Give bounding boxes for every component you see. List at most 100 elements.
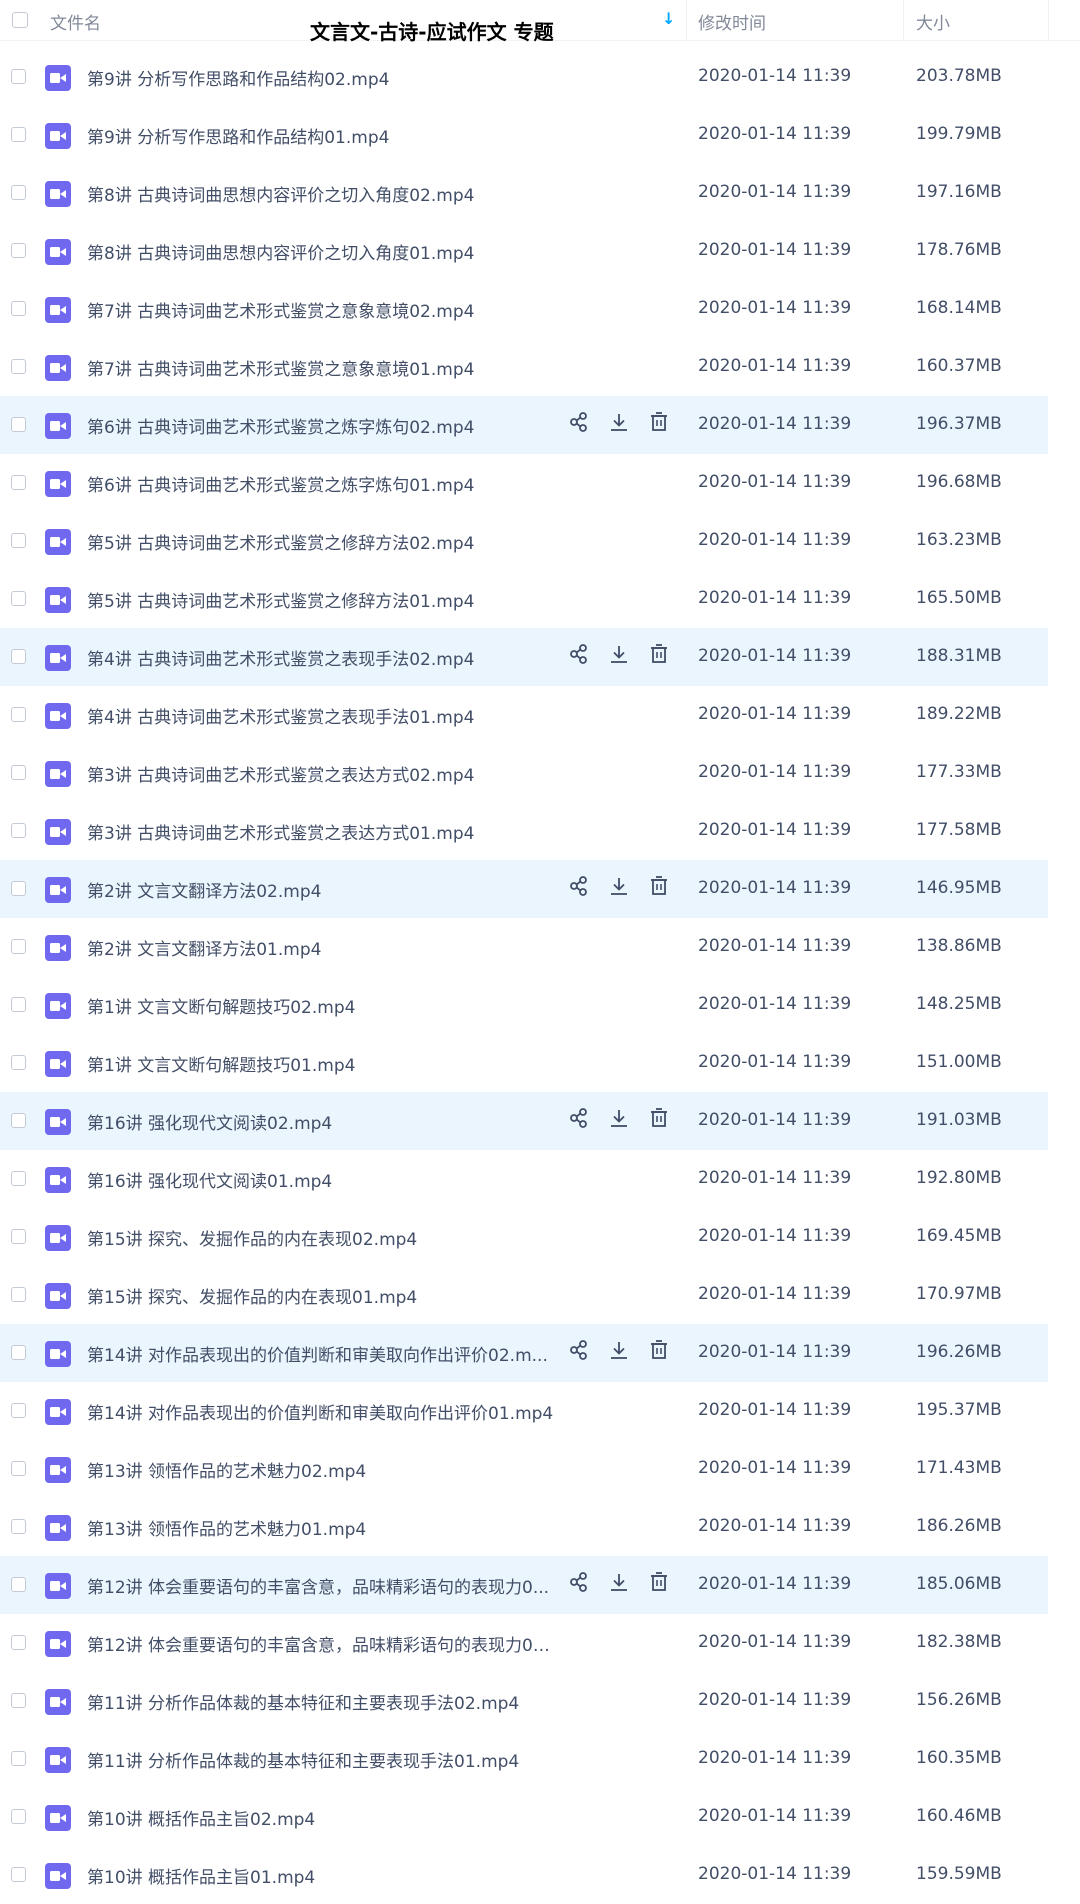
file-name[interactable]: 第4讲 古典诗词曲艺术形式鉴赏之表现手法02.mp4 xyxy=(87,645,474,670)
file-row[interactable]: 第9讲 分析写作思路和作品结构01.mp4 2020-01-14 11:39 199… xyxy=(0,106,1048,164)
row-checkbox[interactable] xyxy=(11,1867,26,1882)
row-checkbox[interactable] xyxy=(11,69,26,84)
select-all-checkbox[interactable] xyxy=(12,12,28,28)
row-checkbox[interactable] xyxy=(11,823,26,838)
file-row[interactable]: 第6讲 古典诗词曲艺术形式鉴赏之炼字炼句01.mp4 2020-01-14 11:… xyxy=(0,454,1048,512)
share-icon[interactable] xyxy=(568,411,594,439)
row-checkbox[interactable] xyxy=(11,417,26,432)
file-name[interactable]: 第13讲 领悟作品的艺术魅力02.mp4 xyxy=(87,1457,366,1482)
row-checkbox[interactable] xyxy=(11,707,26,722)
delete-icon[interactable] xyxy=(648,1107,674,1135)
column-header-size[interactable]: 大小 xyxy=(916,9,950,34)
row-checkbox[interactable] xyxy=(11,1809,26,1824)
file-row[interactable]: 第5讲 古典诗词曲艺术形式鉴赏之修辞方法01.mp4 2020-01-14 11:… xyxy=(0,570,1048,628)
file-row[interactable]: 第2讲 文言文翻译方法02.mp4 2020-01-14 11:39 146.95M… xyxy=(0,860,1048,918)
download-icon[interactable] xyxy=(608,1571,634,1599)
column-header-filename[interactable]: 文件名 xyxy=(50,9,101,34)
row-checkbox[interactable] xyxy=(11,1229,26,1244)
file-name[interactable]: 第12讲 体会重要语句的丰富含意，品味精彩语句的表现力0... xyxy=(87,1573,549,1598)
row-checkbox[interactable] xyxy=(11,127,26,142)
row-checkbox[interactable] xyxy=(11,1403,26,1418)
file-name[interactable]: 第2讲 文言文翻译方法01.mp4 xyxy=(87,935,321,960)
row-checkbox[interactable] xyxy=(11,939,26,954)
file-row[interactable]: 第16讲 强化现代文阅读02.mp4 2020-01-14 11:39 191.03… xyxy=(0,1092,1048,1150)
row-checkbox[interactable] xyxy=(11,1287,26,1302)
file-name[interactable]: 第16讲 强化现代文阅读02.mp4 xyxy=(87,1109,332,1134)
download-icon[interactable] xyxy=(608,643,634,671)
sort-down-arrow-icon[interactable]: ↓ xyxy=(662,9,675,28)
row-checkbox[interactable] xyxy=(11,881,26,896)
file-row[interactable]: 第10讲 概括作品主旨01.mp4 2020-01-14 11:39 159.59M… xyxy=(0,1846,1048,1904)
file-name[interactable]: 第15讲 探究、发掘作品的内在表现01.mp4 xyxy=(87,1283,417,1308)
row-checkbox[interactable] xyxy=(11,1577,26,1592)
delete-icon[interactable] xyxy=(648,1339,674,1367)
file-name[interactable]: 第2讲 文言文翻译方法02.mp4 xyxy=(87,877,321,902)
download-icon[interactable] xyxy=(608,875,634,903)
row-checkbox[interactable] xyxy=(11,1751,26,1766)
row-checkbox[interactable] xyxy=(11,359,26,374)
file-name[interactable]: 第8讲 古典诗词曲思想内容评价之切入角度02.mp4 xyxy=(87,181,474,206)
file-name[interactable]: 第6讲 古典诗词曲艺术形式鉴赏之炼字炼句01.mp4 xyxy=(87,471,474,496)
file-row[interactable]: 第12讲 体会重要语句的丰富含意，品味精彩语句的表现力01.mp4 2020-01… xyxy=(0,1614,1048,1672)
file-row[interactable]: 第5讲 古典诗词曲艺术形式鉴赏之修辞方法02.mp4 2020-01-14 11:… xyxy=(0,512,1048,570)
share-icon[interactable] xyxy=(568,1107,594,1135)
file-name[interactable]: 第10讲 概括作品主旨01.mp4 xyxy=(87,1863,315,1888)
file-name[interactable]: 第9讲 分析写作思路和作品结构01.mp4 xyxy=(87,123,389,148)
file-row[interactable]: 第8讲 古典诗词曲思想内容评价之切入角度01.mp4 2020-01-14 11:… xyxy=(0,222,1048,280)
file-row[interactable]: 第4讲 古典诗词曲艺术形式鉴赏之表现手法01.mp4 2020-01-14 11:… xyxy=(0,686,1048,744)
file-name[interactable]: 第15讲 探究、发掘作品的内在表现02.mp4 xyxy=(87,1225,417,1250)
file-row[interactable]: 第15讲 探究、发掘作品的内在表现01.mp4 2020-01-14 11:39 1… xyxy=(0,1266,1048,1324)
file-name[interactable]: 第7讲 古典诗词曲艺术形式鉴赏之意象意境02.mp4 xyxy=(87,297,474,322)
row-checkbox[interactable] xyxy=(11,765,26,780)
download-icon[interactable] xyxy=(608,1107,634,1135)
row-checkbox[interactable] xyxy=(11,649,26,664)
file-name[interactable]: 第9讲 分析写作思路和作品结构02.mp4 xyxy=(87,65,389,90)
file-name[interactable]: 第13讲 领悟作品的艺术魅力01.mp4 xyxy=(87,1515,366,1540)
file-row[interactable]: 第10讲 概括作品主旨02.mp4 2020-01-14 11:39 160.46M… xyxy=(0,1788,1048,1846)
share-icon[interactable] xyxy=(568,875,594,903)
file-name[interactable]: 第3讲 古典诗词曲艺术形式鉴赏之表达方式02.mp4 xyxy=(87,761,474,786)
row-checkbox[interactable] xyxy=(11,1693,26,1708)
delete-icon[interactable] xyxy=(648,1571,674,1599)
file-name[interactable]: 第11讲 分析作品体裁的基本特征和主要表现手法01.mp4 xyxy=(87,1747,519,1772)
file-row[interactable]: 第4讲 古典诗词曲艺术形式鉴赏之表现手法02.mp4 2020-01-14 11:… xyxy=(0,628,1048,686)
file-row[interactable]: 第6讲 古典诗词曲艺术形式鉴赏之炼字炼句02.mp4 2020-01-14 11:… xyxy=(0,396,1048,454)
file-row[interactable]: 第12讲 体会重要语句的丰富含意，品味精彩语句的表现力0... 2020-01-1… xyxy=(0,1556,1048,1614)
file-name[interactable]: 第8讲 古典诗词曲思想内容评价之切入角度01.mp4 xyxy=(87,239,474,264)
delete-icon[interactable] xyxy=(648,643,674,671)
file-name[interactable]: 第5讲 古典诗词曲艺术形式鉴赏之修辞方法02.mp4 xyxy=(87,529,474,554)
file-row[interactable]: 第16讲 强化现代文阅读01.mp4 2020-01-14 11:39 192.80… xyxy=(0,1150,1048,1208)
row-checkbox[interactable] xyxy=(11,1345,26,1360)
file-row[interactable]: 第8讲 古典诗词曲思想内容评价之切入角度02.mp4 2020-01-14 11:… xyxy=(0,164,1048,222)
file-name[interactable]: 第4讲 古典诗词曲艺术形式鉴赏之表现手法01.mp4 xyxy=(87,703,474,728)
row-checkbox[interactable] xyxy=(11,1055,26,1070)
file-row[interactable]: 第7讲 古典诗词曲艺术形式鉴赏之意象意境02.mp4 2020-01-14 11:… xyxy=(0,280,1048,338)
file-row[interactable]: 第3讲 古典诗词曲艺术形式鉴赏之表达方式01.mp4 2020-01-14 11:… xyxy=(0,802,1048,860)
file-name[interactable]: 第10讲 概括作品主旨02.mp4 xyxy=(87,1805,315,1830)
file-row[interactable]: 第11讲 分析作品体裁的基本特征和主要表现手法02.mp4 2020-01-14 … xyxy=(0,1672,1048,1730)
download-icon[interactable] xyxy=(608,411,634,439)
file-row[interactable]: 第7讲 古典诗词曲艺术形式鉴赏之意象意境01.mp4 2020-01-14 11:… xyxy=(0,338,1048,396)
file-name[interactable]: 第7讲 古典诗词曲艺术形式鉴赏之意象意境01.mp4 xyxy=(87,355,474,380)
file-row[interactable]: 第15讲 探究、发掘作品的内在表现02.mp4 2020-01-14 11:39 1… xyxy=(0,1208,1048,1266)
file-row[interactable]: 第11讲 分析作品体裁的基本特征和主要表现手法01.mp4 2020-01-14 … xyxy=(0,1730,1048,1788)
file-name[interactable]: 第3讲 古典诗词曲艺术形式鉴赏之表达方式01.mp4 xyxy=(87,819,474,844)
file-name[interactable]: 第1讲 文言文断句解题技巧02.mp4 xyxy=(87,993,355,1018)
delete-icon[interactable] xyxy=(648,411,674,439)
row-checkbox[interactable] xyxy=(11,243,26,258)
file-row[interactable]: 第14讲 对作品表现出的价值判断和审美取向作出评价01.mp4 2020-01-1… xyxy=(0,1382,1048,1440)
row-checkbox[interactable] xyxy=(11,185,26,200)
file-name[interactable]: 第14讲 对作品表现出的价值判断和审美取向作出评价01.mp4 xyxy=(87,1399,553,1424)
column-header-modified-time[interactable]: 修改时间 xyxy=(698,9,766,34)
file-row[interactable]: 第1讲 文言文断句解题技巧02.mp4 2020-01-14 11:39 148.2… xyxy=(0,976,1048,1034)
file-row[interactable]: 第2讲 文言文翻译方法01.mp4 2020-01-14 11:39 138.86M… xyxy=(0,918,1048,976)
file-row[interactable]: 第13讲 领悟作品的艺术魅力02.mp4 2020-01-14 11:39 171.… xyxy=(0,1440,1048,1498)
row-checkbox[interactable] xyxy=(11,1461,26,1476)
delete-icon[interactable] xyxy=(648,875,674,903)
row-checkbox[interactable] xyxy=(11,533,26,548)
file-row[interactable]: 第1讲 文言文断句解题技巧01.mp4 2020-01-14 11:39 151.0… xyxy=(0,1034,1048,1092)
share-icon[interactable] xyxy=(568,1339,594,1367)
file-row[interactable]: 第9讲 分析写作思路和作品结构02.mp4 2020-01-14 11:39 203… xyxy=(0,48,1048,106)
file-name[interactable]: 第16讲 强化现代文阅读01.mp4 xyxy=(87,1167,332,1192)
file-row[interactable]: 第14讲 对作品表现出的价值判断和审美取向作出评价02.m... 2020-01-… xyxy=(0,1324,1048,1382)
